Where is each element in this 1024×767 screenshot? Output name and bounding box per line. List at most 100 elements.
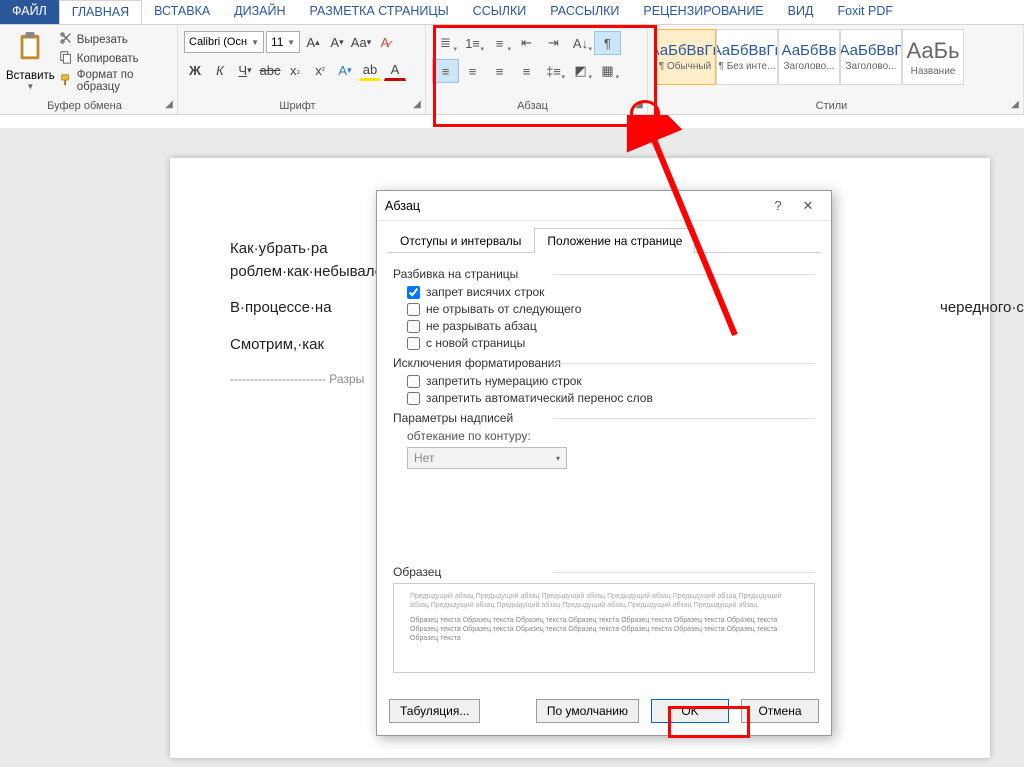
group-clipboard: Вставить ▼ Вырезать Копировать Формат по… — [0, 25, 178, 114]
doc-text: В·процессе·на — [230, 299, 332, 316]
borders-icon[interactable]: ▦ — [594, 59, 621, 83]
font-size-combo[interactable]: 11▼ — [266, 31, 300, 53]
copy-label: Копировать — [77, 53, 139, 65]
superscript-icon[interactable]: x² — [309, 59, 331, 81]
chk-no-hyphenate[interactable]: запретить автоматический перенос слов — [407, 391, 815, 405]
group-styles: АаБбВвГг,¶ Обычный АаБбВвГг,¶ Без инте..… — [648, 25, 1024, 114]
multilevel-icon[interactable]: ≡ — [486, 31, 513, 55]
decrease-indent-icon[interactable]: ⇤ — [513, 31, 540, 55]
strike-icon[interactable]: abc — [259, 59, 281, 81]
chk-suppress-line-numbers[interactable]: запретить нумерацию строк — [407, 374, 815, 388]
tabs-button[interactable]: Табуляция... — [389, 699, 480, 723]
align-left-icon[interactable]: ≡ — [432, 59, 459, 83]
tab-references[interactable]: ССЫЛКИ — [461, 0, 539, 24]
align-center-icon[interactable]: ≡ — [459, 59, 486, 83]
style-heading1[interactable]: АаБбВвЗаголово... — [778, 29, 840, 85]
dialog-tab-indents[interactable]: Отступы и интервалы — [387, 228, 534, 253]
clear-format-icon[interactable]: A̷ — [374, 31, 396, 53]
dialog-tab-lineflow[interactable]: Положение на странице — [534, 228, 695, 253]
text-effects-icon[interactable]: A▾ — [334, 59, 356, 81]
font-color-icon[interactable]: A — [384, 59, 406, 81]
paste-label: Вставить — [6, 70, 55, 82]
align-right-icon[interactable]: ≡ — [486, 59, 513, 83]
group-paragraph-label: Абзац — [426, 100, 639, 112]
styles-launcher[interactable]: ◢ — [1009, 99, 1021, 111]
tab-insert[interactable]: ВСТАВКА — [142, 0, 222, 24]
paragraph-dialog: Абзац ? ✕ Отступы и интервалы Положение … — [376, 190, 832, 736]
group-font-label: Шрифт — [178, 100, 417, 112]
group-styles-label: Стили — [648, 100, 1015, 112]
page-break-label: Разры — [329, 372, 364, 386]
group-font: Calibri (Осн▼ 11▼ A▴ A▾ Aa▾ A̷ Ж К Ч▾ ab… — [178, 25, 426, 114]
sort-icon[interactable]: A↓ — [567, 31, 594, 55]
style-normal[interactable]: АаБбВвГг,¶ Обычный — [654, 29, 716, 85]
section-format-exceptions: Исключения форматирования — [393, 356, 815, 370]
shading-icon[interactable]: ◩ — [567, 59, 594, 83]
tab-file[interactable]: ФАЙЛ — [0, 0, 59, 24]
dialog-help-button[interactable]: ? — [763, 198, 793, 213]
doc-text: Как·убрать·ра — [230, 240, 328, 257]
italic-icon[interactable]: К — [209, 59, 231, 81]
cut-label: Вырезать — [77, 34, 128, 46]
copy-icon — [59, 50, 73, 67]
tab-home[interactable]: ГЛАВНАЯ — [59, 0, 142, 24]
tab-view[interactable]: ВИД — [776, 0, 826, 24]
bullets-icon[interactable]: ≣ — [432, 31, 459, 55]
ribbon-tabs: ФАЙЛ ГЛАВНАЯ ВСТАВКА ДИЗАЙН РАЗМЕТКА СТР… — [0, 0, 1024, 25]
paste-icon — [15, 31, 45, 68]
ribbon: Вставить ▼ Вырезать Копировать Формат по… — [0, 25, 1024, 115]
section-pagination: Разбивка на страницы — [393, 267, 815, 281]
ok-button[interactable]: OK — [651, 699, 729, 723]
style-title[interactable]: АаБьНазвание — [902, 29, 964, 85]
line-spacing-icon[interactable]: ‡≡ — [540, 59, 567, 83]
style-nospacing[interactable]: АаБбВвГг,¶ Без инте... — [716, 29, 778, 85]
font-name-combo[interactable]: Calibri (Осн▼ — [184, 31, 264, 53]
dialog-close-button[interactable]: ✕ — [793, 198, 823, 214]
dialog-title: Абзац — [385, 199, 763, 213]
paste-button[interactable]: Вставить ▼ — [6, 27, 55, 91]
format-painter-label: Формат по образцу — [77, 69, 171, 93]
section-textbox-options: Параметры надписей — [393, 411, 815, 425]
tab-design[interactable]: ДИЗАЙН — [222, 0, 297, 24]
preview-box: Предыдущий абзац Предыдущий абзац Предыд… — [393, 583, 815, 673]
increase-indent-icon[interactable]: ⇥ — [540, 31, 567, 55]
copy-button[interactable]: Копировать — [59, 50, 171, 67]
doc-text: Смотрим,·как — [230, 336, 324, 353]
show-marks-icon[interactable]: ¶ — [594, 31, 621, 55]
chk-keep-lines[interactable]: не разрывать абзац — [407, 319, 815, 333]
group-paragraph: ≣ 1≡ ≡ ⇤ ⇥ A↓ ¶ ≡ ≡ ≡ ≡ ‡≡ ◩ ▦ Абзац ◢ — [426, 25, 648, 114]
grow-font-icon[interactable]: A▴ — [302, 31, 324, 53]
set-default-button[interactable]: По умолчанию — [536, 699, 639, 723]
tab-mailings[interactable]: РАССЫЛКИ — [538, 0, 631, 24]
clipboard-launcher[interactable]: ◢ — [163, 99, 175, 111]
chk-page-break-before[interactable]: с новой страницы — [407, 336, 815, 350]
section-preview: Образец — [393, 565, 815, 579]
shrink-font-icon[interactable]: A▾ — [326, 31, 348, 53]
paste-dropdown-icon: ▼ — [26, 82, 34, 91]
tab-layout[interactable]: РАЗМЕТКА СТРАНИЦЫ — [298, 0, 461, 24]
subscript-icon[interactable]: x₂ — [284, 59, 306, 81]
tab-review[interactable]: РЕЦЕНЗИРОВАНИЕ — [631, 0, 775, 24]
style-heading2[interactable]: АаБбВвГЗаголово... — [840, 29, 902, 85]
scissors-icon — [59, 31, 73, 48]
tab-foxit[interactable]: Foxit PDF — [825, 0, 905, 24]
cancel-button[interactable]: Отмена — [741, 699, 819, 723]
doc-text: роблем·как·небывало¶ — [230, 263, 391, 280]
bold-icon[interactable]: Ж — [184, 59, 206, 81]
textwrap-label: обтекание по контуру: — [407, 429, 815, 443]
group-clipboard-label: Буфер обмена — [0, 100, 169, 112]
doc-text: чередного·символа,·программа·W — [940, 299, 1024, 316]
paragraph-launcher[interactable]: ◢ — [633, 99, 645, 111]
justify-icon[interactable]: ≡ — [513, 59, 540, 83]
cut-button[interactable]: Вырезать — [59, 31, 171, 48]
chk-widow-orphan[interactable]: запрет висячих строк — [407, 285, 815, 299]
format-painter-button[interactable]: Формат по образцу — [59, 69, 171, 93]
underline-icon[interactable]: Ч▾ — [234, 59, 256, 81]
highlight-icon[interactable]: ab — [359, 59, 381, 81]
textwrap-combo: Нет▾ — [407, 447, 567, 469]
font-launcher[interactable]: ◢ — [411, 99, 423, 111]
change-case-icon[interactable]: Aa▾ — [350, 31, 372, 53]
brush-icon — [59, 73, 73, 90]
numbering-icon[interactable]: 1≡ — [459, 31, 486, 55]
chk-keep-with-next[interactable]: не отрывать от следующего — [407, 302, 815, 316]
